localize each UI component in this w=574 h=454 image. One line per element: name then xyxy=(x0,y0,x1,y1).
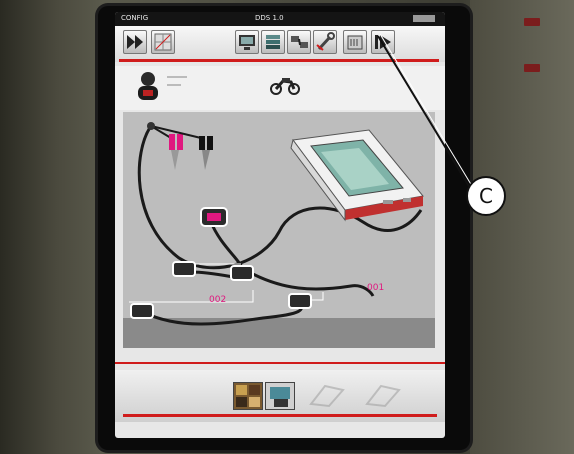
callout-leader-line xyxy=(377,33,473,189)
callout-label: C xyxy=(466,176,506,216)
photo-scene: CONFIG DDS 1.0 002 001 C xyxy=(0,0,574,454)
